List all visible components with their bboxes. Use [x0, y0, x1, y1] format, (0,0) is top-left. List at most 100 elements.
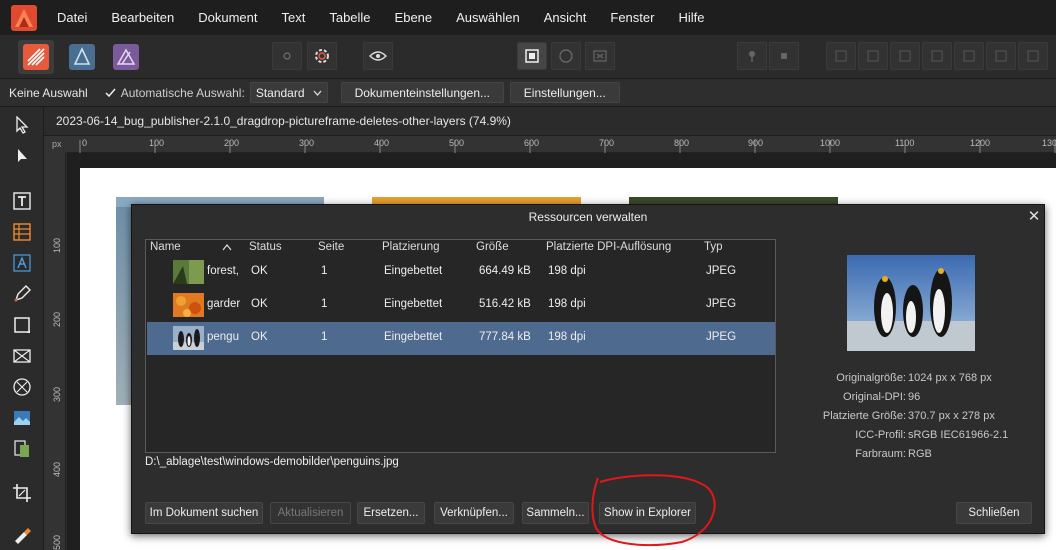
- ruler-label: 1000: [820, 138, 841, 148]
- column-header-name[interactable]: Name: [150, 241, 181, 257]
- update-button[interactable]: Aktualisieren: [270, 502, 351, 524]
- align-middle-icon: [963, 50, 975, 62]
- ruler-unit: px: [44, 136, 66, 153]
- checkmark-icon: [105, 88, 116, 98]
- auto-select-value: Standard: [255, 85, 305, 100]
- menu-ansicht[interactable]: Ansicht: [532, 0, 599, 35]
- photo-persona-button[interactable]: [108, 40, 144, 74]
- close-button[interactable]: Schließen: [956, 502, 1032, 524]
- table-row[interactable]: garder OK 1 Eingebettet 516.42 kB 198 dp…: [147, 289, 775, 322]
- menu-tabelle[interactable]: Tabelle: [317, 0, 382, 35]
- menu-bearbeiten[interactable]: Bearbeiten: [99, 0, 186, 35]
- crop-tool[interactable]: [8, 479, 36, 507]
- pen-tool[interactable]: [8, 280, 36, 308]
- info-value-original-dpi: 96: [908, 391, 921, 403]
- ellipse-frame-tool[interactable]: [8, 373, 36, 401]
- color-picker-tool[interactable]: [8, 520, 36, 548]
- view-mode-button[interactable]: [363, 42, 393, 70]
- crop-frame-button[interactable]: [585, 42, 615, 70]
- replace-button[interactable]: Ersetzen...: [357, 502, 425, 524]
- document-tab[interactable]: 2023-06-14_bug_publisher-2.1.0_dragdrop-…: [44, 107, 1056, 136]
- ruler-label: 300: [299, 138, 315, 148]
- ruler-label: 1100: [895, 138, 915, 148]
- node-tool[interactable]: [8, 142, 36, 170]
- cell-name: pengu: [207, 331, 239, 343]
- table-row[interactable]: forest, OK 1 Eingebettet 664.49 kB 198 d…: [147, 256, 775, 289]
- pin-icon: [749, 51, 755, 62]
- cell-dpi: 198 dpi: [548, 331, 586, 343]
- vertical-ruler[interactable]: 100 200 300 400 500: [44, 153, 66, 550]
- align-middle-button[interactable]: [954, 42, 984, 70]
- move-tool[interactable]: [8, 111, 36, 139]
- ruler-label: 800: [674, 138, 690, 148]
- rectangle-tool[interactable]: [8, 311, 36, 339]
- find-in-document-button[interactable]: Im Dokument suchen: [145, 502, 263, 524]
- menu-ebene[interactable]: Ebene: [383, 0, 445, 35]
- align-left-button[interactable]: [826, 42, 856, 70]
- settings-button[interactable]: Einstellungen...: [509, 82, 620, 103]
- pin-button[interactable]: [737, 42, 767, 70]
- auto-select-checkbox[interactable]: [104, 86, 117, 99]
- info-value-placed-size: 370.7 px x 278 px: [908, 410, 995, 422]
- info-value-icc-profile: sRGB IEC61966-2.1: [908, 429, 1009, 441]
- ellipse-frame-icon: [13, 378, 31, 396]
- cell-status: OK: [251, 298, 268, 310]
- menu-dokument[interactable]: Dokument: [186, 0, 269, 35]
- close-icon[interactable]: ✕: [1025, 207, 1043, 227]
- artistic-text-tool[interactable]: [8, 249, 36, 277]
- info-label-icc-profile: ICC-Profil:: [855, 429, 906, 441]
- ruler-label: 130: [1042, 138, 1056, 148]
- resource-preview-image: [847, 255, 975, 351]
- align-right-button[interactable]: [890, 42, 920, 70]
- menu-datei[interactable]: Datei: [45, 0, 99, 35]
- document-settings-button[interactable]: Dokumenteinstellungen...: [340, 82, 504, 103]
- penguin-photo-edge[interactable]: [116, 207, 131, 405]
- align-top-button[interactable]: [922, 42, 952, 70]
- align-top-icon: [931, 50, 943, 62]
- menu-fenster[interactable]: Fenster: [598, 0, 666, 35]
- column-header-size[interactable]: Größe: [476, 241, 509, 257]
- designer-persona-button[interactable]: [64, 40, 100, 74]
- rectangle-icon: [14, 317, 30, 333]
- frame-text-button[interactable]: [517, 42, 547, 70]
- cell-dpi: 198 dpi: [548, 298, 586, 310]
- column-header-page[interactable]: Seite: [318, 241, 344, 257]
- menu-hilfe[interactable]: Hilfe: [666, 0, 716, 35]
- column-header-type[interactable]: Typ: [704, 241, 723, 257]
- eyedropper-icon: [15, 528, 31, 544]
- stop-button[interactable]: [769, 42, 799, 70]
- ruler-label: 500: [449, 138, 465, 148]
- ruler-label: 200: [52, 311, 62, 327]
- collect-button[interactable]: Sammeln...: [522, 502, 589, 524]
- snapping-button[interactable]: [272, 42, 302, 70]
- distribute-button[interactable]: [1018, 42, 1048, 70]
- table-tool[interactable]: [8, 218, 36, 246]
- table-row-selected[interactable]: pengu OK 1 Eingebettet 777.84 kB 198 dpi…: [147, 322, 775, 355]
- cell-name: garder: [207, 298, 241, 310]
- cell-placement: Eingebettet: [384, 298, 443, 310]
- ruler-label: 0: [82, 138, 88, 148]
- column-header-dpi[interactable]: Platzierte DPI-Auflösung: [546, 241, 671, 257]
- align-bottom-button[interactable]: [986, 42, 1016, 70]
- place-image-tool[interactable]: [8, 404, 36, 432]
- frame-text-tool[interactable]: [8, 187, 36, 215]
- menu-auswaehlen[interactable]: Auswählen: [444, 0, 532, 35]
- rectangle-frame-tool[interactable]: [8, 342, 36, 370]
- publisher-persona-button[interactable]: [18, 40, 54, 74]
- ruler-label: 700: [599, 138, 615, 148]
- ruler-label: 100: [52, 237, 62, 253]
- ruler-label: 200: [224, 138, 240, 148]
- horizontal-ruler[interactable]: 0 100 200 300 400 500 600 700 800 900 10…: [66, 136, 1056, 153]
- auto-select-dropdown[interactable]: Standard: [249, 82, 328, 103]
- align-center-button[interactable]: [858, 42, 888, 70]
- column-header-status[interactable]: Status: [249, 241, 282, 257]
- preferences-button[interactable]: [307, 42, 337, 70]
- picture-frame-tool[interactable]: [8, 435, 36, 463]
- menu-text[interactable]: Text: [270, 0, 318, 35]
- column-header-placement[interactable]: Platzierung: [382, 241, 440, 257]
- link-button[interactable]: Verknüpfen...: [434, 502, 514, 524]
- image-icon: [14, 411, 30, 425]
- sort-ascending-icon[interactable]: [222, 243, 232, 251]
- align-bottom-icon: [995, 50, 1007, 62]
- ellipse-frame-button[interactable]: [551, 42, 581, 70]
